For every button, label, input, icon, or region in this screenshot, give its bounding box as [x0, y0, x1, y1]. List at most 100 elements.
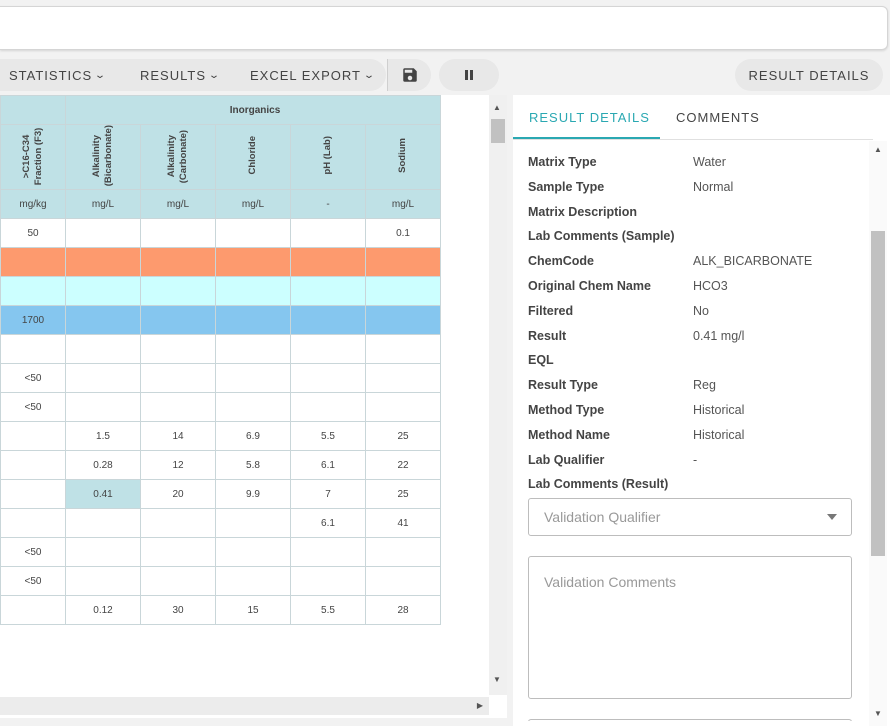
table-cell[interactable]	[65, 218, 141, 249]
scroll-down-icon[interactable]: ▼	[874, 709, 882, 718]
panel-scrollbar[interactable]: ▲ ▼	[869, 141, 887, 726]
table-cell[interactable]	[65, 392, 141, 423]
pause-button[interactable]	[439, 59, 499, 91]
table-cell[interactable]	[65, 508, 141, 539]
table-cell[interactable]	[364, 392, 442, 423]
table-row[interactable]	[0, 276, 442, 307]
table-cell[interactable]	[140, 218, 216, 249]
table-cell[interactable]	[290, 247, 366, 278]
statistics-menu-button[interactable]: STATISTICS ⌄	[9, 59, 106, 91]
table-cell[interactable]: <50	[0, 537, 66, 568]
table-cell[interactable]: <50	[0, 363, 66, 394]
table-cell[interactable]	[290, 363, 366, 394]
table-cell[interactable]	[140, 566, 216, 597]
excel-export-menu-button[interactable]: EXCEL EXPORT ⌄	[250, 59, 375, 91]
table-cell[interactable]	[364, 305, 442, 336]
table-cell[interactable]	[364, 363, 442, 394]
table-cell[interactable]	[215, 334, 291, 365]
table-cell[interactable]	[65, 537, 141, 568]
table-cell[interactable]	[290, 276, 366, 307]
table-row[interactable]: 1.5 14 6.9 5.5 25	[0, 421, 442, 452]
column-header[interactable]: Alkalinity (Bicarbonate)	[65, 123, 141, 191]
scroll-right-icon[interactable]: ▶	[477, 701, 483, 710]
table-cell[interactable]	[215, 305, 291, 336]
table-cell[interactable]: 20	[140, 479, 216, 510]
table-cell[interactable]: 5.5	[290, 595, 366, 626]
table-row[interactable]: <50	[0, 392, 442, 423]
result-details-button[interactable]: RESULT DETAILS	[735, 59, 883, 91]
validation-comments-field[interactable]: Validation Comments	[528, 556, 852, 699]
table-cell[interactable]	[0, 450, 66, 481]
table-cell[interactable]: <50	[0, 566, 66, 597]
scroll-thumb[interactable]	[491, 119, 505, 143]
table-cell[interactable]	[65, 363, 141, 394]
table-cell[interactable]: 6.1	[290, 450, 366, 481]
table-cell[interactable]	[364, 566, 442, 597]
table-cell[interactable]	[364, 537, 442, 568]
table-cell[interactable]: 0.41	[65, 479, 141, 510]
table-cell[interactable]	[0, 421, 66, 452]
table-cell[interactable]	[290, 392, 366, 423]
table-cell[interactable]	[0, 508, 66, 539]
table-row[interactable]: 1700	[0, 305, 442, 336]
table-row[interactable]: 0.12 30 15 5.5 28	[0, 595, 442, 626]
results-menu-button[interactable]: RESULTS ⌄	[140, 59, 220, 91]
grid-horizontal-scrollbar[interactable]: ▶	[0, 697, 489, 715]
table-cell[interactable]: 25	[364, 421, 442, 452]
table-cell[interactable]	[0, 595, 66, 626]
table-cell[interactable]	[140, 305, 216, 336]
table-cell[interactable]	[140, 508, 216, 539]
tab-comments[interactable]: COMMENTS	[676, 110, 760, 125]
table-cell[interactable]: 28	[364, 595, 442, 626]
table-cell[interactable]: 50	[0, 218, 66, 249]
column-header[interactable]: Sodium	[364, 123, 442, 191]
table-cell[interactable]: 5.8	[215, 450, 291, 481]
table-cell[interactable]	[290, 537, 366, 568]
table-cell[interactable]: 15	[215, 595, 291, 626]
table-row[interactable]: <50	[0, 566, 442, 597]
table-cell[interactable]	[215, 247, 291, 278]
table-cell[interactable]: 12	[140, 450, 216, 481]
table-cell[interactable]: 14	[140, 421, 216, 452]
table-cell[interactable]	[65, 566, 141, 597]
column-header[interactable]: pH (Lab)	[290, 123, 366, 191]
table-cell[interactable]: 9.9	[215, 479, 291, 510]
next-field[interactable]	[528, 719, 852, 721]
scroll-up-icon[interactable]: ▲	[874, 145, 882, 154]
validation-qualifier-select[interactable]: Validation Qualifier	[528, 498, 852, 536]
column-header[interactable]: Chloride	[215, 123, 291, 191]
table-cell[interactable]	[65, 305, 141, 336]
column-header[interactable]: >C16-C34 Fraction (F3)	[0, 123, 66, 191]
table-cell[interactable]	[215, 363, 291, 394]
table-cell[interactable]	[215, 276, 291, 307]
table-cell[interactable]	[140, 334, 216, 365]
table-row[interactable]: 6.1 41	[0, 508, 442, 539]
table-cell[interactable]	[364, 334, 442, 365]
table-row[interactable]	[0, 334, 442, 365]
table-cell[interactable]: 41	[364, 508, 442, 539]
table-cell[interactable]: 1.5	[65, 421, 141, 452]
table-cell[interactable]: 5.5	[290, 421, 366, 452]
table-row[interactable]: <50	[0, 537, 442, 568]
table-cell[interactable]	[0, 276, 66, 307]
table-cell[interactable]	[140, 247, 216, 278]
table-cell[interactable]: 6.9	[215, 421, 291, 452]
table-cell[interactable]	[140, 276, 216, 307]
save-button[interactable]	[387, 59, 431, 91]
table-cell[interactable]	[65, 276, 141, 307]
table-cell[interactable]	[215, 566, 291, 597]
table-cell[interactable]: 7	[290, 479, 366, 510]
scroll-down-icon[interactable]: ▼	[493, 675, 501, 684]
table-cell[interactable]: 6.1	[290, 508, 366, 539]
grid-vertical-scrollbar[interactable]: ▲ ▼	[489, 95, 507, 695]
table-cell[interactable]	[0, 247, 66, 278]
table-cell[interactable]: 0.28	[65, 450, 141, 481]
table-row[interactable]: 0.28 12 5.8 6.1 22	[0, 450, 442, 481]
table-row[interactable]: <50	[0, 363, 442, 394]
table-cell[interactable]	[215, 537, 291, 568]
table-cell[interactable]	[140, 537, 216, 568]
table-cell[interactable]: <50	[0, 392, 66, 423]
table-cell[interactable]	[0, 334, 66, 365]
table-cell[interactable]	[290, 305, 366, 336]
table-row[interactable]	[0, 247, 442, 278]
